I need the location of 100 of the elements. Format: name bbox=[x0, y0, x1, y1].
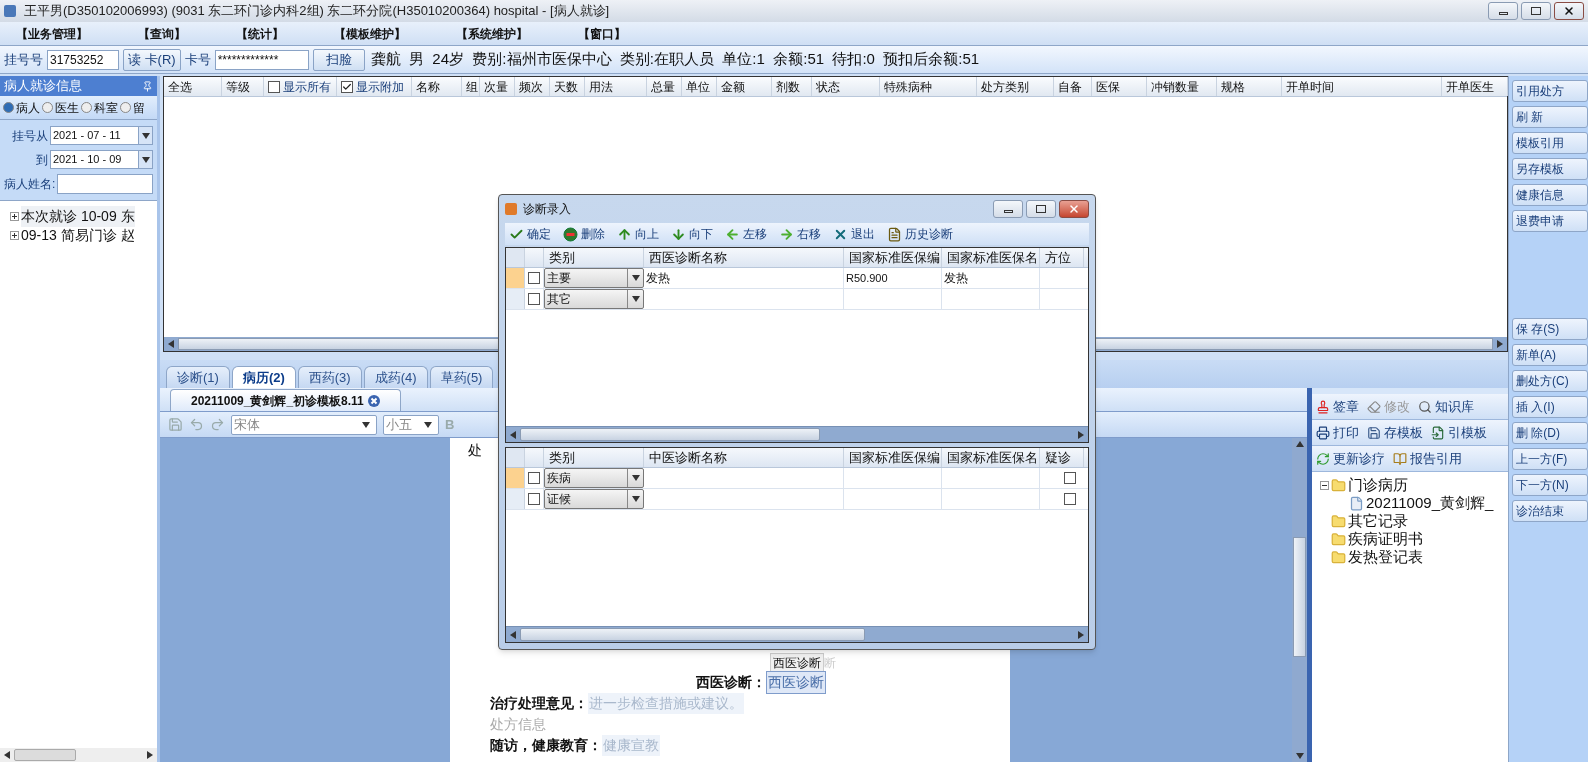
expand-icon[interactable] bbox=[10, 231, 19, 240]
horizontal-scrollbar[interactable] bbox=[506, 626, 1088, 642]
toolbar-button[interactable]: 退出 bbox=[833, 225, 875, 243]
side-button[interactable]: 健康信息 bbox=[1512, 184, 1588, 206]
checkbox[interactable] bbox=[528, 493, 540, 505]
category-dropdown[interactable]: 证候 bbox=[544, 489, 644, 509]
scroll-left-icon[interactable] bbox=[4, 751, 10, 759]
checkbox[interactable] bbox=[528, 293, 540, 305]
side-button[interactable]: 诊治结束 bbox=[1512, 500, 1588, 522]
tab[interactable]: 草药(5) bbox=[429, 366, 494, 388]
category-dropdown[interactable]: 疾病 bbox=[544, 468, 644, 488]
menu-item[interactable]: 【业务管理】 bbox=[14, 24, 90, 43]
suspected-checkbox[interactable] bbox=[1064, 493, 1076, 505]
minimize-button[interactable] bbox=[1488, 2, 1518, 20]
toolbar-button[interactable]: 知识库 bbox=[1418, 396, 1474, 417]
side-button[interactable]: 刷 新 bbox=[1512, 106, 1588, 128]
horizontal-scrollbar[interactable] bbox=[0, 748, 157, 762]
menu-item[interactable]: 【统计】 bbox=[234, 24, 286, 43]
date-picker[interactable]: 2021 - 07 - 11 bbox=[50, 126, 153, 145]
maximize-button[interactable] bbox=[1521, 2, 1551, 20]
tab[interactable]: 西药(3) bbox=[297, 366, 362, 388]
date-picker[interactable]: 2021 - 10 - 09 bbox=[50, 150, 153, 169]
dropdown-arrow-icon[interactable] bbox=[631, 275, 640, 281]
side-button[interactable]: 删处方(C) bbox=[1512, 370, 1588, 392]
minimize-button[interactable] bbox=[993, 200, 1023, 218]
collapse-icon[interactable] bbox=[1320, 480, 1329, 490]
scroll-right-icon[interactable] bbox=[1078, 630, 1084, 639]
suspected-checkbox[interactable] bbox=[1064, 472, 1076, 484]
toolbar-button[interactable]: 向上 bbox=[617, 225, 659, 243]
patient-name-field[interactable] bbox=[57, 174, 153, 194]
scroll-up-icon[interactable] bbox=[1295, 441, 1304, 447]
toolbar-button[interactable]: 左移 bbox=[725, 225, 767, 243]
registration-field[interactable]: 31753252 bbox=[47, 49, 119, 70]
toolbar-button[interactable]: 报告引用 bbox=[1393, 448, 1462, 469]
checkbox[interactable] bbox=[528, 472, 540, 484]
scroll-down-icon[interactable] bbox=[1295, 753, 1304, 759]
read-card-button[interactable]: 读 卡(R) bbox=[123, 48, 181, 71]
text-field[interactable]: 西医诊断 bbox=[766, 671, 826, 694]
category-dropdown[interactable]: 其它 bbox=[544, 289, 644, 309]
checkbox[interactable] bbox=[341, 80, 353, 93]
toolbar-button[interactable]: 存模板 bbox=[1367, 422, 1423, 443]
radio-button[interactable] bbox=[81, 102, 92, 113]
scroll-left-icon[interactable] bbox=[510, 430, 516, 439]
close-button[interactable] bbox=[1554, 2, 1584, 20]
side-button[interactable]: 新单(A) bbox=[1512, 344, 1588, 366]
toolbar-button[interactable]: 签章 bbox=[1316, 396, 1359, 417]
side-button[interactable]: 引用处方 bbox=[1512, 80, 1588, 102]
dropdown-arrow-icon[interactable] bbox=[631, 496, 640, 502]
scroll-left-icon[interactable] bbox=[510, 630, 516, 639]
menu-item[interactable]: 【查询】 bbox=[136, 24, 188, 43]
expand-icon[interactable] bbox=[10, 212, 19, 221]
maximize-button[interactable] bbox=[1026, 200, 1056, 218]
toolbar-button[interactable]: 历史诊断 bbox=[887, 225, 953, 243]
column-header[interactable]: 显示所有 bbox=[283, 77, 331, 96]
card-number-field[interactable]: ************* bbox=[214, 49, 309, 70]
side-button[interactable]: 删 除(D) bbox=[1512, 422, 1588, 444]
tree-item[interactable]: 门诊病历 bbox=[1348, 473, 1408, 497]
side-button[interactable]: 模板引用 bbox=[1512, 132, 1588, 154]
scroll-right-icon[interactable] bbox=[1497, 340, 1503, 348]
toolbar-button[interactable]: 打印 bbox=[1316, 422, 1359, 443]
dropdown-arrow-icon[interactable] bbox=[141, 156, 150, 163]
toolbar-button[interactable]: 更新诊疗 bbox=[1316, 448, 1385, 469]
toolbar-button[interactable]: 删除 bbox=[563, 225, 605, 243]
close-icon[interactable] bbox=[367, 394, 380, 407]
side-button[interactable]: 另存模板 bbox=[1512, 158, 1588, 180]
side-button[interactable]: 保 存(S) bbox=[1512, 318, 1588, 340]
close-button[interactable] bbox=[1059, 200, 1089, 218]
side-button[interactable]: 下一方(N) bbox=[1512, 474, 1588, 496]
dropdown-arrow-icon[interactable] bbox=[424, 421, 432, 428]
menu-item[interactable]: 【系统维护】 bbox=[454, 24, 530, 43]
dropdown-arrow-icon[interactable] bbox=[362, 421, 370, 428]
horizontal-scrollbar[interactable] bbox=[506, 426, 1088, 442]
toolbar-button[interactable]: 确定 bbox=[509, 225, 551, 243]
toolbar-button[interactable]: 向下 bbox=[671, 225, 713, 243]
side-button[interactable]: 上一方(F) bbox=[1512, 448, 1588, 470]
checkbox[interactable] bbox=[268, 80, 280, 93]
checkbox[interactable] bbox=[528, 272, 540, 284]
radio-button[interactable] bbox=[120, 102, 131, 113]
tab[interactable]: 病历(2) bbox=[231, 366, 296, 388]
menu-item[interactable]: 【窗口】 bbox=[576, 24, 628, 43]
dropdown-arrow-icon[interactable] bbox=[141, 132, 150, 139]
font-size-dropdown[interactable]: 小五 bbox=[383, 414, 439, 435]
dropdown-arrow-icon[interactable] bbox=[631, 296, 640, 302]
menu-item[interactable]: 【模板维护】 bbox=[332, 24, 408, 43]
vertical-scrollbar[interactable] bbox=[1292, 438, 1307, 762]
radio-button[interactable] bbox=[42, 102, 53, 113]
side-button[interactable]: 退费申请 bbox=[1512, 210, 1588, 232]
tab[interactable]: 诊断(1) bbox=[166, 366, 230, 388]
scroll-left-icon[interactable] bbox=[168, 340, 174, 348]
visit-item[interactable]: 本次就诊 10-09 东 bbox=[21, 206, 135, 227]
scroll-right-icon[interactable] bbox=[1078, 430, 1084, 439]
category-dropdown[interactable]: 主要 bbox=[544, 268, 644, 288]
radio-button[interactable] bbox=[3, 102, 14, 113]
side-button[interactable]: 插 入(I) bbox=[1512, 396, 1588, 418]
dropdown-arrow-icon[interactable] bbox=[631, 475, 640, 481]
tab[interactable]: 成药(4) bbox=[363, 366, 428, 388]
scan-face-button[interactable]: 扫脸 bbox=[312, 48, 365, 71]
toolbar-button[interactable]: 右移 bbox=[779, 225, 821, 243]
toolbar-button[interactable]: 引模板 bbox=[1431, 422, 1487, 443]
visit-item[interactable]: 09-13 简易门诊 赵 bbox=[21, 225, 135, 246]
